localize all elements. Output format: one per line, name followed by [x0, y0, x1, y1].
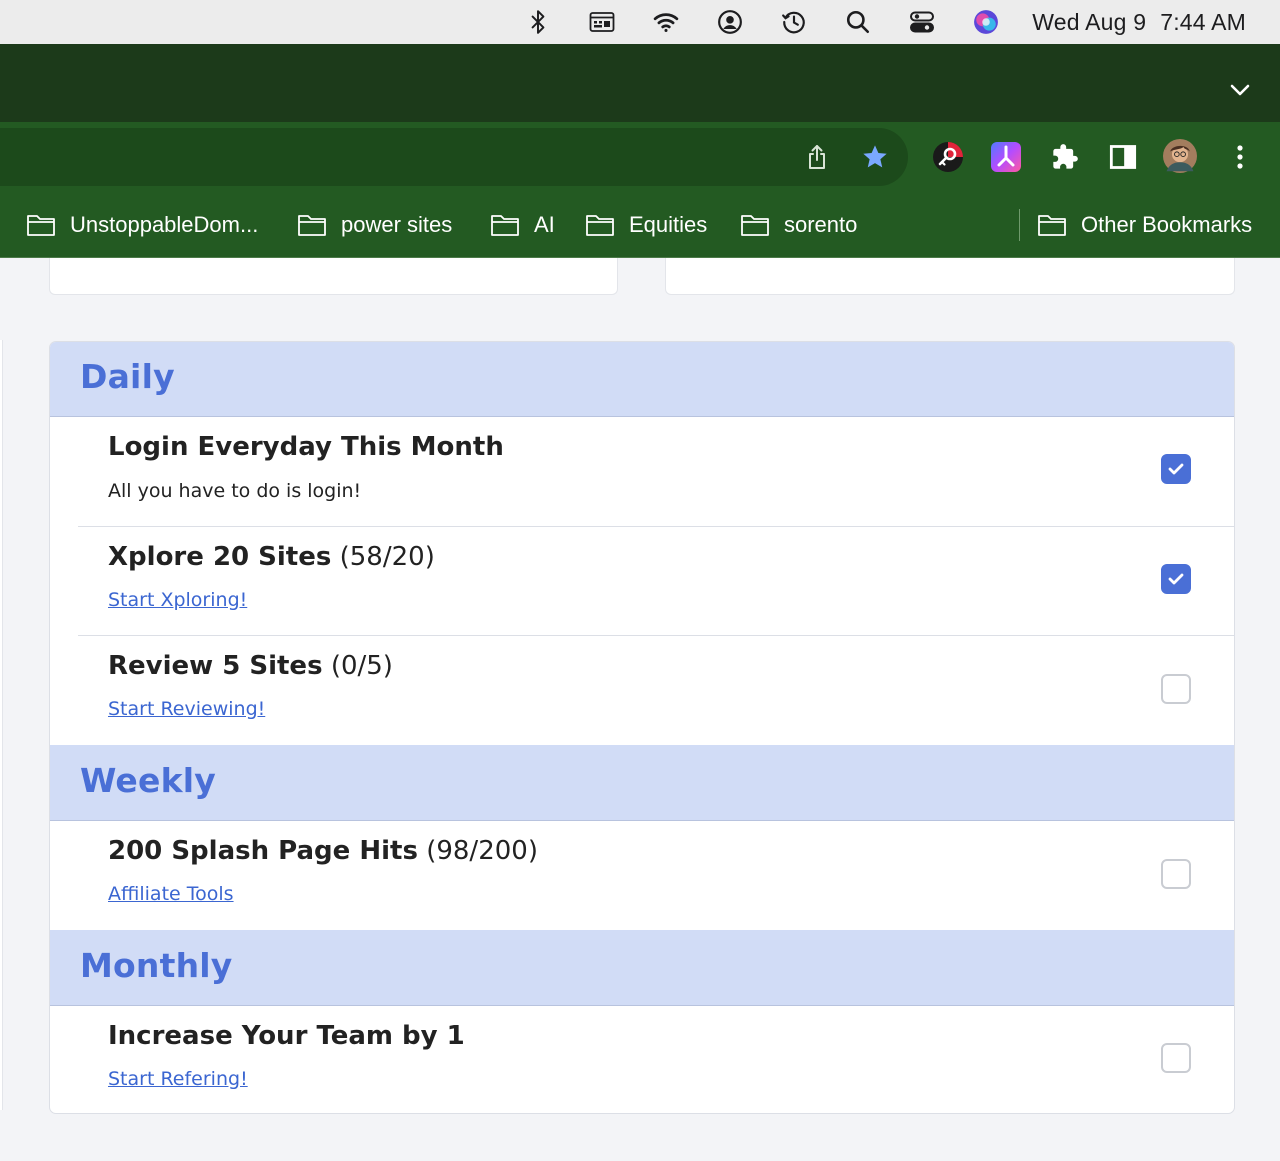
section-title: Daily [80, 357, 175, 396]
bluetooth-icon[interactable] [506, 0, 570, 44]
task-row: 200 Splash Page Hits (98/200) Affiliate … [50, 821, 1234, 930]
menubar-time: 7:44 AM [1160, 8, 1246, 35]
bookmark-label: power sites [341, 212, 453, 237]
task-title: 200 Splash Page Hits (98/200) [108, 836, 538, 866]
bookmark-label: sorento [784, 212, 858, 237]
summary-card-left [49, 258, 618, 295]
folder-icon [27, 215, 55, 236]
tab-search-chevron-icon[interactable] [1226, 78, 1254, 102]
profile-avatar[interactable] [1163, 139, 1197, 173]
time-machine-icon[interactable] [762, 0, 826, 44]
task-link[interactable]: Start Refering! [108, 1068, 248, 1090]
user-account-icon[interactable] [698, 0, 762, 44]
section-header-daily: Daily [50, 342, 1234, 417]
section-header-monthly: Monthly [50, 930, 1234, 1006]
task-checkbox-checked[interactable] [1161, 454, 1191, 484]
folder-icon [491, 215, 519, 236]
task-title: Login Everyday This Month [108, 432, 504, 462]
task-checkbox-checked[interactable] [1161, 564, 1191, 594]
checkmark-icon [1168, 463, 1184, 475]
task-name: Increase Your Team by 1 [108, 1021, 465, 1051]
puzzle-extensions-icon[interactable] [1048, 140, 1082, 174]
folder-icon [741, 215, 769, 236]
menubar-date: Wed Aug 9 [1032, 8, 1147, 35]
tasks-panel: Daily Login Everyday This Month All you … [49, 341, 1235, 1114]
task-name: Review 5 Sites [108, 651, 323, 681]
task-title: Increase Your Team by 1 [108, 1021, 465, 1051]
task-name: 200 Splash Page Hits [108, 836, 418, 866]
bookmark-star-icon[interactable] [858, 140, 892, 174]
more-menu-icon[interactable] [1223, 140, 1257, 174]
folder-icon [298, 215, 326, 236]
app-extension-icon[interactable] [989, 140, 1023, 174]
task-row: Review 5 Sites (0/5) Start Reviewing! [50, 636, 1234, 745]
bookmark-label: AI [534, 212, 555, 237]
task-row: Increase Your Team by 1 Start Refering! [50, 1006, 1234, 1113]
section-title: Monthly [80, 946, 233, 985]
task-name: Login Everyday This Month [108, 432, 504, 462]
bookmark-folder[interactable]: power sites [297, 209, 452, 241]
bookmarks-bar: UnstoppableDom... power sites AI Equitie… [0, 192, 1280, 258]
siri-icon[interactable] [954, 0, 1018, 44]
section-header-weekly: Weekly [50, 745, 1234, 821]
macos-menubar: Wed Aug 9 7:44 AM [0, 0, 1280, 44]
address-bar[interactable] [0, 128, 908, 186]
folder-icon [1038, 215, 1066, 236]
task-name: Xplore 20 Sites [108, 542, 332, 572]
sidebar-edge [0, 340, 3, 1110]
section-title: Weekly [80, 761, 216, 800]
task-link[interactable]: Start Reviewing! [108, 698, 265, 720]
task-link[interactable]: Start Xploring! [108, 589, 247, 611]
task-title: Review 5 Sites (0/5) [108, 651, 393, 681]
task-checkbox[interactable] [1161, 1043, 1191, 1073]
task-title: Xplore 20 Sites (58/20) [108, 542, 435, 572]
password-manager-extension-icon[interactable] [931, 140, 965, 174]
share-icon[interactable] [800, 140, 834, 174]
bookmark-label: UnstoppableDom... [70, 212, 259, 237]
keyboard-switcher-icon[interactable] [570, 0, 634, 44]
task-subtitle: All you have to do is login! [108, 480, 362, 502]
task-progress: (58/20) [339, 542, 435, 572]
browser-toolbar [0, 122, 1280, 192]
checkmark-icon [1168, 573, 1184, 585]
other-bookmarks-folder[interactable]: Other Bookmarks [1037, 209, 1252, 241]
side-panel-icon[interactable] [1106, 140, 1140, 174]
browser-tabstrip [0, 44, 1280, 122]
bookmark-folder[interactable]: sorento [740, 209, 857, 241]
task-progress: (0/5) [330, 651, 393, 681]
task-checkbox[interactable] [1161, 859, 1191, 889]
task-row: Xplore 20 Sites (58/20) Start Xploring! [50, 527, 1234, 636]
task-checkbox[interactable] [1161, 674, 1191, 704]
bookmark-folder[interactable]: UnstoppableDom... [26, 209, 258, 241]
menubar-clock[interactable]: Wed Aug 9 7:44 AM [1032, 9, 1246, 36]
task-row: Login Everyday This Month All you have t… [50, 417, 1234, 527]
bookmark-label: Equities [629, 212, 708, 237]
task-progress: (98/200) [426, 836, 538, 866]
other-bookmarks-label: Other Bookmarks [1081, 212, 1253, 237]
wifi-icon[interactable] [634, 0, 698, 44]
bookmark-folder[interactable]: AI [490, 209, 555, 241]
folder-icon [586, 215, 614, 236]
summary-card-right [665, 258, 1235, 295]
spotlight-search-icon[interactable] [826, 0, 890, 44]
bookmark-folder[interactable]: Equities [585, 209, 707, 241]
control-center-icon[interactable] [890, 0, 954, 44]
task-link[interactable]: Affiliate Tools [108, 883, 234, 905]
bookmarks-divider [1019, 209, 1020, 241]
